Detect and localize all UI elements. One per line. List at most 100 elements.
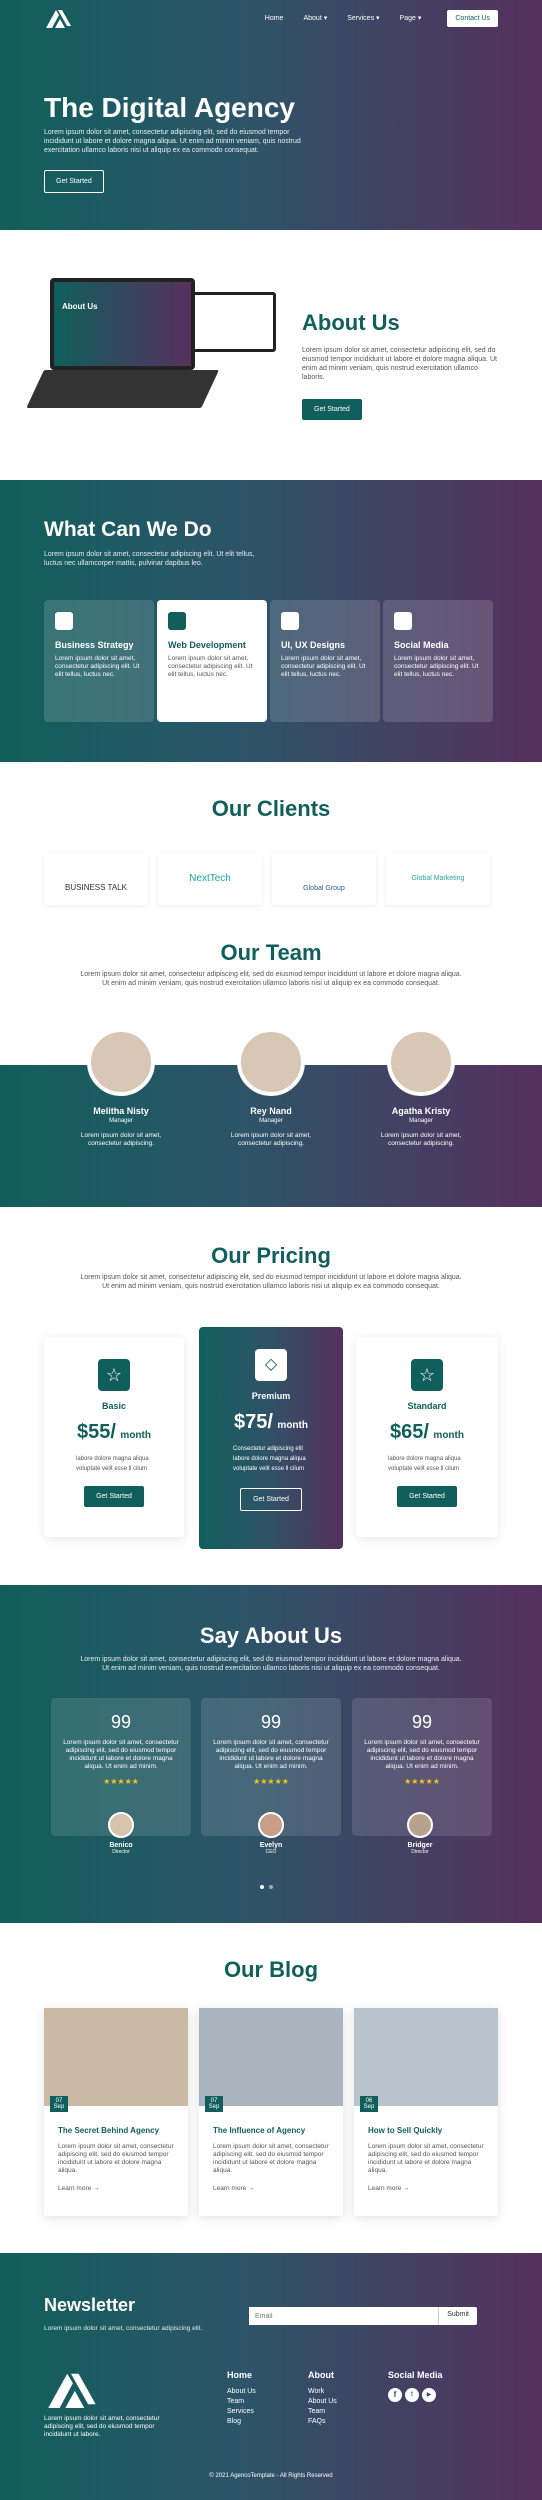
laptop-image: About Us	[26, 278, 279, 453]
nav-page[interactable]: Page ▾	[400, 14, 422, 22]
email-input[interactable]	[249, 2307, 439, 2325]
testimonial-author: Benico Director	[106, 1812, 136, 1855]
basic-get-started-button[interactable]: Get Started	[84, 1486, 144, 1507]
services-title: What Can We Do	[44, 518, 212, 541]
blog-card[interactable]: 07 Sep The Influence of Agency Lorem ipsu…	[199, 2008, 343, 2216]
hero-section: Home About ▾ Services ▾ Page ▾ Contact U…	[0, 0, 542, 230]
submit-button[interactable]: Submit	[438, 2307, 477, 2325]
rating-stars: ★★★★★	[103, 1777, 139, 1786]
footer-link[interactable]: Team	[227, 2398, 256, 2405]
laptop-screen-title: About Us	[54, 282, 191, 366]
avatar	[387, 1028, 455, 1096]
team-member: Melitha Nisty Manager Lorem ipsum dolor …	[51, 1028, 191, 1148]
blog-title: Our Blog	[223, 1957, 319, 1982]
newsletter-form: Submit	[249, 2307, 477, 2325]
star-icon: ☆	[98, 1359, 130, 1391]
newsletter-text: Lorem ipsum dolor sit amet, consectetur …	[44, 2325, 203, 2332]
facebook-icon[interactable]: f	[388, 2388, 402, 2402]
carousel-dot[interactable]	[269, 1885, 273, 1889]
about-text: Lorem ipsum dolor sit amet, consectetur …	[302, 347, 497, 381]
rating-stars: ★★★★★	[404, 1777, 440, 1786]
clients-title: Our Clients	[211, 796, 331, 821]
hero-text: Lorem ipsum dolor sit amet, consectetur …	[44, 129, 301, 154]
avatar	[87, 1028, 155, 1096]
footer-social-column: Social Media f t ▶	[388, 2370, 443, 2402]
services-text: Lorem ipsum dolor sit amet, consectetur …	[44, 551, 255, 567]
pricing-card-premium: ◇ Premium $75/ month Consectetur adipisc…	[199, 1327, 343, 1549]
footer-home-column: Home About Us Team Services Blog	[227, 2370, 256, 2425]
nav-about[interactable]: About ▾	[303, 14, 327, 22]
quote-icon: 99	[411, 1712, 433, 1732]
team-member: Agatha Kristy Manager Lorem ipsum dolor …	[351, 1028, 491, 1148]
testimonial-author: Bridger Director	[405, 1812, 435, 1855]
twitter-icon[interactable]: t	[405, 2388, 419, 2402]
pricing-card-standard: ☆ Standard $65/ month labore dolore magn…	[356, 1337, 498, 1537]
footer-link[interactable]: About Us	[227, 2388, 256, 2395]
pricing-title: Our Pricing	[211, 1243, 331, 1268]
logo-icon	[48, 2373, 96, 2408]
blog-card[interactable]: 07 Sep The Secret Behind Agency Lorem ips…	[44, 2008, 188, 2216]
client-logo-nexttech: NextTech	[158, 853, 262, 905]
footer-link[interactable]: About Us	[308, 2398, 337, 2405]
contact-button[interactable]: Contact Us	[447, 9, 498, 27]
rating-stars: ★★★★★	[253, 1777, 289, 1786]
client-logo-global-group: Global Group	[272, 853, 376, 905]
nav-home[interactable]: Home	[265, 15, 284, 22]
footer-link[interactable]: Team	[308, 2408, 337, 2415]
date-badge: 06 Sep	[360, 2096, 378, 2112]
testimonials-text: Lorem ipsum dolor sit amet, consectetur …	[80, 1656, 462, 1672]
footer-link[interactable]: Work	[308, 2388, 337, 2395]
carousel-dots	[260, 1885, 273, 1889]
testimonial-author: Evelyn CEO	[256, 1812, 286, 1855]
youtube-icon[interactable]: ▶	[422, 2388, 436, 2402]
blog-image: 07 Sep	[44, 2008, 188, 2112]
blog-image: 06 Sep	[354, 2008, 498, 2112]
client-logo-global-marketing: Global Marketing	[386, 853, 490, 905]
diamond-icon: ◇	[255, 1349, 287, 1381]
web-icon	[168, 612, 186, 630]
social-icon	[394, 612, 412, 630]
team-title: Our Team	[220, 940, 322, 965]
pricing-text: Lorem ipsum dolor sit amet, consectetur …	[80, 1274, 462, 1290]
footer-link[interactable]: FAQs	[308, 2418, 337, 2425]
team-text: Lorem ipsum dolor sit amet, consectetur …	[80, 971, 462, 987]
nav-services[interactable]: Services ▾	[347, 14, 379, 22]
carousel-dot[interactable]	[260, 1885, 264, 1889]
date-badge: 07 Sep	[205, 2096, 223, 2112]
hero-get-started-button[interactable]: Get Started	[44, 170, 104, 193]
design-icon	[281, 612, 299, 630]
blog-image: 07 Sep	[199, 2008, 343, 2112]
about-get-started-button[interactable]: Get Started	[302, 399, 362, 420]
client-logo-business-talk: BUSINESS TALK	[44, 853, 148, 905]
strategy-icon	[55, 612, 73, 630]
team-member: Rey Nand Manager Lorem ipsum dolor sit a…	[201, 1028, 341, 1148]
logo-icon[interactable]	[44, 8, 72, 28]
testimonials-title: Say About Us	[199, 1623, 343, 1648]
newsletter-title: Newsletter	[44, 2295, 136, 2315]
learn-more-link[interactable]: Learn more →	[58, 2185, 188, 2192]
star-icon: ☆	[411, 1359, 443, 1391]
footer-about-column: About Work About Us Team FAQs	[308, 2370, 337, 2425]
avatar	[258, 1812, 284, 1838]
blog-card[interactable]: 06 Sep How to Sell Quickly Lorem ipsum do…	[354, 2008, 498, 2216]
avatar	[407, 1812, 433, 1838]
copyright: © 2021 AgencoTemplate - All Rights Reser…	[209, 2473, 333, 2479]
service-card-social[interactable]: Social Media Lorem ipsum dolor sit amet,…	[383, 600, 493, 722]
standard-get-started-button[interactable]: Get Started	[397, 1486, 457, 1507]
learn-more-link[interactable]: Learn more →	[213, 2185, 343, 2192]
premium-get-started-button[interactable]: Get Started	[240, 1488, 302, 1511]
hero-title: The Digital Agency	[44, 92, 296, 123]
date-badge: 07 Sep	[50, 2096, 68, 2112]
service-card-uiux[interactable]: UI, UX Designs Lorem ipsum dolor sit ame…	[270, 600, 380, 722]
footer-link[interactable]: Blog	[227, 2418, 256, 2425]
learn-more-link[interactable]: Learn more →	[368, 2185, 498, 2192]
about-section: About Us About Us Lorem ipsum dolor sit …	[0, 230, 542, 480]
about-title: About Us	[302, 310, 400, 335]
service-card-business[interactable]: Business Strategy Lorem ipsum dolor sit …	[44, 600, 154, 722]
footer-link[interactable]: Services	[227, 2408, 256, 2415]
quote-icon: 99	[110, 1712, 132, 1732]
navbar: Home About ▾ Services ▾ Page ▾ Contact U…	[44, 8, 498, 28]
quote-icon: 99	[260, 1712, 282, 1732]
service-card-web[interactable]: Web Development Lorem ipsum dolor sit am…	[157, 600, 267, 722]
avatar	[237, 1028, 305, 1096]
